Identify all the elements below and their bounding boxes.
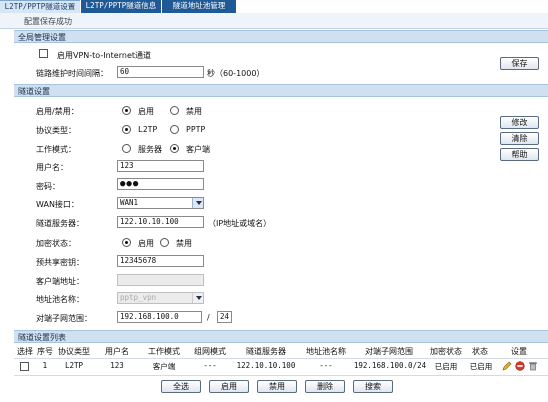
username-input[interactable]: 123 bbox=[117, 160, 204, 172]
protocol-l2tp-radio[interactable] bbox=[122, 125, 131, 134]
header-settings: 设置 bbox=[511, 347, 527, 356]
chevron-down-icon bbox=[192, 293, 203, 303]
chevron-down-icon bbox=[192, 198, 203, 208]
cell-encrypt: 已启用 bbox=[434, 362, 458, 371]
edit-icon[interactable] bbox=[502, 361, 512, 371]
wan-label: WAN接口： bbox=[36, 200, 79, 209]
subnet-slash: / bbox=[207, 313, 210, 322]
interval-label: 链路维护时间间隔： bbox=[36, 69, 108, 78]
row-checkbox[interactable] bbox=[20, 362, 29, 371]
pool-select[interactable]: pptp_vpn bbox=[117, 292, 204, 304]
select-all-button[interactable]: 全选 bbox=[161, 380, 201, 393]
interval-unit: 秒（60-1000） bbox=[207, 69, 265, 78]
header-encrypt: 加密状态 bbox=[430, 347, 462, 356]
cell-peer-subnet: 192.168.100.0/24 bbox=[353, 361, 427, 370]
peer-ip-input[interactable]: 192.168.100.0 bbox=[117, 311, 202, 323]
help-button[interactable]: 帮助 bbox=[500, 148, 539, 161]
client-address-input[interactable] bbox=[117, 274, 204, 286]
cell-username: 123 bbox=[110, 361, 124, 370]
server-input[interactable]: 122.10.10.100 bbox=[117, 216, 204, 228]
enable-off-label: 禁用 bbox=[186, 107, 202, 116]
protocol-label: 协议类型： bbox=[36, 126, 76, 135]
tab-l2tp-settings[interactable]: L2TP/PPTP隧道设置 bbox=[0, 0, 80, 13]
header-mode: 工作模式 bbox=[148, 347, 180, 356]
header-pool: 地址池名称 bbox=[306, 347, 346, 356]
cell-server: 122.10.10.100 bbox=[236, 361, 296, 370]
password-mask: ●●● bbox=[120, 179, 140, 189]
row-divider bbox=[14, 375, 548, 376]
client-address-label: 客户端地址： bbox=[36, 277, 84, 286]
search-button[interactable]: 搜索 bbox=[353, 380, 393, 393]
header-server: 隧道服务器 bbox=[246, 347, 286, 356]
status-message: 配置保存成功 bbox=[24, 17, 72, 26]
delete-button[interactable]: 删除 bbox=[305, 380, 345, 393]
header-select: 选择 bbox=[17, 347, 33, 356]
encrypt-on-radio[interactable] bbox=[122, 238, 131, 247]
psk-label: 预共享密钥： bbox=[36, 258, 84, 267]
protocol-l2tp-label: L2TP bbox=[138, 125, 158, 134]
psk-input[interactable]: 12345678 bbox=[117, 255, 204, 267]
vpn-internet-checkbox[interactable] bbox=[39, 49, 48, 58]
header-username: 用户名 bbox=[105, 347, 129, 356]
mode-label: 工作模式： bbox=[36, 145, 76, 154]
peer-subnet-label: 对端子网范围： bbox=[36, 314, 92, 323]
section-global: 全局管理设置 bbox=[14, 30, 548, 43]
mode-server-label: 服务器 bbox=[138, 145, 162, 154]
server-hint: （IP地址或域名） bbox=[208, 219, 272, 228]
interval-input[interactable]: 60 bbox=[117, 66, 204, 78]
section-title-tunnel: 隧道设置 bbox=[18, 87, 50, 96]
cell-status: 已启用 bbox=[469, 362, 493, 371]
header-index: 序号 bbox=[37, 347, 53, 356]
header-protocol: 协议类型 bbox=[58, 347, 90, 356]
enable-on-label: 启用 bbox=[138, 107, 154, 116]
password-input[interactable]: ●●● bbox=[117, 178, 204, 190]
tab-l2tp-info[interactable]: L2TP/PPTP隧道信息 bbox=[81, 0, 161, 13]
enable-button[interactable]: 启用 bbox=[209, 380, 249, 393]
header-network-mode: 组网模式 bbox=[194, 347, 226, 356]
cell-index: 1 bbox=[42, 361, 48, 370]
cell-protocol: L2TP bbox=[64, 361, 84, 370]
peer-mask-input[interactable]: 24 bbox=[217, 311, 232, 323]
vpn-internet-label: 启用VPN-to-Internet通道 bbox=[57, 51, 151, 60]
header-divider bbox=[14, 358, 548, 359]
modify-button[interactable]: 修改 bbox=[500, 116, 539, 129]
save-button[interactable]: 保存 bbox=[500, 57, 539, 70]
pool-selected: pptp_vpn bbox=[120, 293, 157, 302]
section-list: 隧道设置列表 bbox=[14, 330, 548, 343]
section-tunnel: 隧道设置 bbox=[14, 84, 548, 97]
encrypt-label: 加密状态： bbox=[36, 239, 76, 248]
tab-bar: L2TP/PPTP隧道设置 L2TP/PPTP隧道信息 隧道地址池管理 bbox=[0, 0, 548, 13]
mode-client-radio[interactable] bbox=[170, 144, 179, 153]
enable-label: 启用/禁用： bbox=[36, 107, 79, 116]
clear-button[interactable]: 清除 bbox=[500, 132, 539, 145]
tab-pool-management[interactable]: 隧道地址池管理 bbox=[162, 0, 236, 13]
section-title-list: 隧道设置列表 bbox=[18, 333, 66, 342]
cell-mode: 客户端 bbox=[152, 362, 176, 371]
section-title-global: 全局管理设置 bbox=[18, 33, 66, 42]
cell-network-mode: --- bbox=[203, 361, 217, 370]
password-label: 密码： bbox=[36, 182, 60, 191]
disable-icon[interactable] bbox=[515, 361, 525, 371]
delete-icon[interactable] bbox=[528, 361, 538, 371]
wan-select[interactable]: WAN1 bbox=[117, 197, 204, 209]
disable-button[interactable]: 禁用 bbox=[257, 380, 297, 393]
pool-label: 地址池名称： bbox=[36, 295, 84, 304]
enable-on-radio[interactable] bbox=[122, 106, 131, 115]
wan-selected: WAN1 bbox=[120, 198, 139, 207]
mode-server-radio[interactable] bbox=[122, 144, 131, 153]
mode-client-label: 客户端 bbox=[186, 145, 210, 154]
encrypt-off-radio[interactable] bbox=[160, 238, 169, 247]
header-status: 状态 bbox=[472, 347, 488, 356]
username-label: 用户名： bbox=[36, 163, 68, 172]
cell-pool: --- bbox=[319, 361, 333, 370]
protocol-pptp-label: PPTP bbox=[186, 125, 206, 134]
status-bar: 配置保存成功 bbox=[0, 13, 548, 29]
server-label: 隧道服务器： bbox=[36, 219, 84, 228]
encrypt-off-label: 禁用 bbox=[176, 239, 192, 248]
encrypt-on-label: 启用 bbox=[138, 239, 154, 248]
protocol-pptp-radio[interactable] bbox=[170, 125, 179, 134]
enable-off-radio[interactable] bbox=[170, 106, 179, 115]
header-peer-subnet: 对端子网范围 bbox=[365, 347, 413, 356]
